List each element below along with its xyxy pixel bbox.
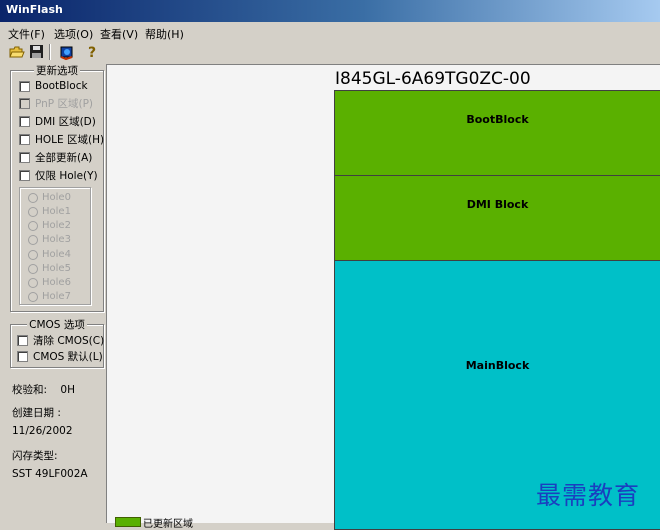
radio-label: Hole2 [42, 220, 71, 231]
svg-text:?: ? [88, 45, 96, 61]
checkbox-box[interactable] [19, 169, 30, 181]
checksum-label: 校验和: [12, 384, 48, 396]
radio-label: Hole4 [42, 249, 71, 260]
build-date-value: 11/26/2002 [12, 425, 73, 437]
radio-circle [28, 206, 38, 217]
checkbox-box[interactable] [19, 133, 30, 145]
checkbox-box[interactable] [19, 80, 30, 92]
bootblock-checkbox[interactable]: BootBlock [19, 79, 88, 93]
sidebar: 更新选项 BootBlock PnP 区域(P) DMI 区域(D) HOLE … [4, 64, 104, 522]
menu-file[interactable]: 文件(F) [8, 26, 45, 42]
checkbox-label: CMOS 默认(L) [33, 350, 103, 363]
hole-radio-group: Hole0 Hole1 Hole2 Hole3 Hole4 Hole5 Hole… [19, 187, 91, 305]
cmos-options-title: CMOS 选项 [27, 319, 87, 331]
menu-options[interactable]: 选项(O) [54, 26, 93, 42]
mainblock-label: MainBlock [465, 359, 530, 372]
checksum-row: 校验和: 0H [12, 382, 75, 397]
open-button[interactable] [8, 43, 26, 61]
window-title: WinFlash [6, 3, 63, 16]
dmi-block-region: DMI Block [334, 175, 660, 261]
hole7-radio: Hole7 [28, 290, 71, 303]
help-button[interactable]: ? [84, 43, 102, 61]
radio-label: Hole1 [42, 206, 71, 217]
checkbox-box[interactable] [17, 334, 28, 346]
radio-circle [28, 263, 38, 274]
checkbox-label: DMI 区域(D) [35, 115, 96, 128]
watermark: 最需教育 [536, 481, 641, 510]
hole4-radio: Hole4 [28, 248, 71, 261]
flash-chip-icon [60, 46, 73, 61]
legend-swatch [115, 517, 141, 527]
hole1-radio: Hole1 [28, 205, 71, 218]
radio-circle [28, 220, 38, 231]
update-all-checkbox[interactable]: 全部更新(A) [19, 150, 92, 164]
checkbox-box[interactable] [17, 350, 28, 362]
checkbox-label: 仅限 Hole(Y) [35, 169, 98, 182]
flash-type-label: 闪存类型: [12, 450, 58, 462]
legend-label: 已更新区域 [143, 519, 193, 530]
checksum-value: 0H [60, 384, 75, 396]
flash-type-value: SST 49LF002A [12, 468, 88, 480]
radio-circle [28, 234, 38, 245]
radio-label: Hole7 [42, 291, 71, 302]
hole0-radio: Hole0 [28, 191, 71, 204]
checkbox-label: PnP 区域(P) [35, 97, 93, 110]
toolbar-separator [49, 44, 51, 60]
radio-circle [28, 291, 38, 302]
hole5-radio: Hole5 [28, 262, 71, 275]
toolbar: ? [0, 42, 660, 62]
radio-label: Hole0 [42, 192, 71, 203]
update-options-group: 更新选项 BootBlock PnP 区域(P) DMI 区域(D) HOLE … [10, 65, 104, 312]
title-bar: WinFlash [0, 0, 660, 22]
hole2-radio: Hole2 [28, 219, 71, 232]
build-date-label: 创建日期 : [12, 407, 61, 419]
pnp-area-checkbox: PnP 区域(P) [19, 96, 93, 110]
menu-view[interactable]: 查看(V) [100, 26, 138, 42]
cmos-options-group: CMOS 选项 清除 CMOS(C) CMOS 默认(L) [10, 319, 104, 368]
help-question-icon: ? [88, 45, 96, 61]
save-button[interactable] [28, 43, 46, 61]
hole3-radio: Hole3 [28, 233, 71, 246]
menu-bar: 文件(F) 选项(O) 查看(V) 帮助(H) [0, 24, 660, 42]
radio-label: Hole3 [42, 234, 71, 245]
checkbox-box [19, 97, 30, 109]
cmos-default-checkbox[interactable]: CMOS 默认(L) [17, 349, 103, 363]
menu-help[interactable]: 帮助(H) [145, 26, 184, 42]
checkbox-label: 清除 CMOS(C) [33, 334, 105, 347]
radio-label: Hole5 [42, 263, 71, 274]
clear-cmos-checkbox[interactable]: 清除 CMOS(C) [17, 333, 104, 347]
update-options-title: 更新选项 [34, 65, 80, 77]
bootblock-label: BootBlock [466, 113, 529, 126]
checkbox-box[interactable] [19, 115, 30, 127]
save-disk-icon [30, 45, 43, 58]
checkbox-label: BootBlock [35, 80, 88, 92]
radio-label: Hole6 [42, 277, 71, 288]
flash-button[interactable] [58, 43, 76, 61]
dmi-area-checkbox[interactable]: DMI 区域(D) [19, 114, 96, 128]
checkbox-box[interactable] [19, 151, 30, 163]
checkbox-label: HOLE 区域(H) [35, 133, 105, 146]
radio-circle [28, 277, 38, 288]
bootblock-region: BootBlock [334, 90, 660, 176]
radio-circle [28, 249, 38, 260]
radio-circle [28, 192, 38, 203]
checkbox-label: 全部更新(A) [35, 151, 93, 164]
dmi-block-label: DMI Block [466, 198, 529, 211]
open-folder-icon [9, 46, 25, 58]
hole-area-checkbox[interactable]: HOLE 区域(H) [19, 132, 104, 146]
chip-id: I845GL-6A69TG0ZC-00 [335, 69, 531, 89]
hole-only-checkbox[interactable]: 仅限 Hole(Y) [19, 168, 98, 182]
hole6-radio: Hole6 [28, 276, 71, 289]
flash-map-panel: I845GL-6A69TG0ZC-00 BootBlock DMI Block … [106, 64, 660, 530]
